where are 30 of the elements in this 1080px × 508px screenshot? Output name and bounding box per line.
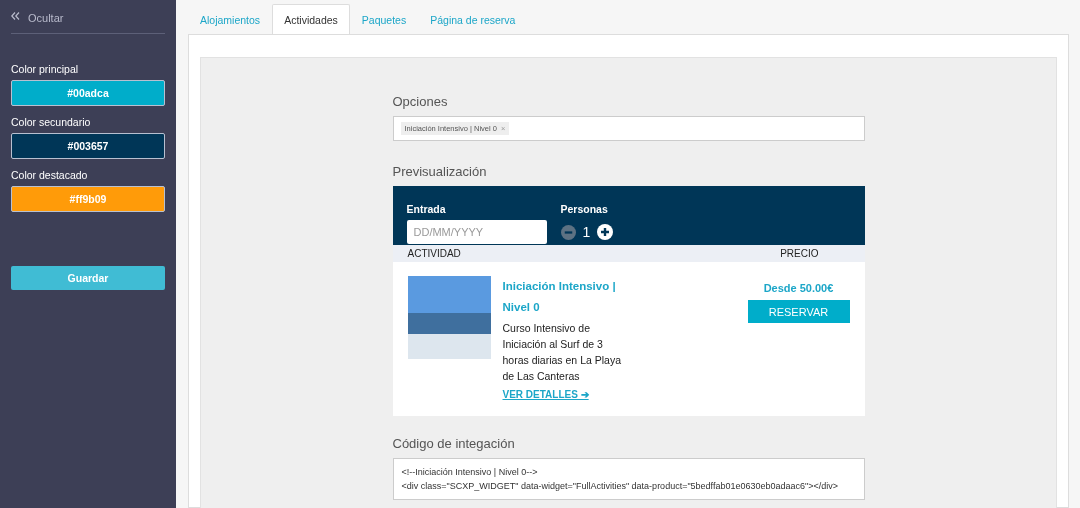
tab[interactable]: Página de reserva <box>418 4 528 35</box>
hide-sidebar-button[interactable]: Ocultar <box>11 0 165 33</box>
double-chevron-left-icon <box>11 12 20 20</box>
color-picker-field[interactable]: #ff9b09 <box>11 186 165 212</box>
section-title: Opciones <box>392 94 449 109</box>
date-label: Entrada <box>406 203 447 215</box>
people-label: Personas <box>560 203 609 215</box>
price-label: Desde 50.00€ <box>763 282 834 294</box>
color-picker-field[interactable]: #003657 <box>11 133 165 159</box>
minus-icon[interactable] <box>560 224 576 240</box>
column-header: ACTIVIDAD <box>407 248 461 259</box>
code-textarea[interactable]: <!--Iniciación Intensivo | Nivel 0--> <div class="SCXP_WIDGET" data-widget="FullActivities" data-product="5bedffab01e0630eb0adaac6"></div> <box>392 458 865 500</box>
tab[interactable]: Alojamientos <box>188 4 273 35</box>
date-input-field[interactable]: DD/MM/YYYY <box>406 220 547 244</box>
details-link[interactable]: VER DETALLES ➔ <box>502 389 589 400</box>
people-count: 1 <box>582 224 591 240</box>
activity-description: Curso Intensivo de Iniciación al Surf de 3 horas diarias en La Playa de Las Canteras <box>502 321 622 384</box>
color-label: Color secundario <box>11 116 92 128</box>
tab[interactable]: Paquetes <box>349 4 419 35</box>
plus-icon[interactable] <box>597 224 614 240</box>
color-label: Color destacado <box>11 169 89 181</box>
section-title: Código de integación <box>392 436 516 451</box>
save-button[interactable]: Guardar <box>11 266 165 290</box>
tab[interactable]: Actividades <box>272 4 350 35</box>
book-button[interactable]: RESERVAR <box>747 300 850 323</box>
color-picker-field[interactable]: #00adca <box>11 80 165 106</box>
section-title: Previsualización <box>392 164 488 179</box>
color-label: Color principal <box>11 63 80 75</box>
activity-title[interactable]: Iniciación Intensivo | Nivel 0 <box>502 276 628 318</box>
column-header: PRECIO <box>780 248 819 259</box>
